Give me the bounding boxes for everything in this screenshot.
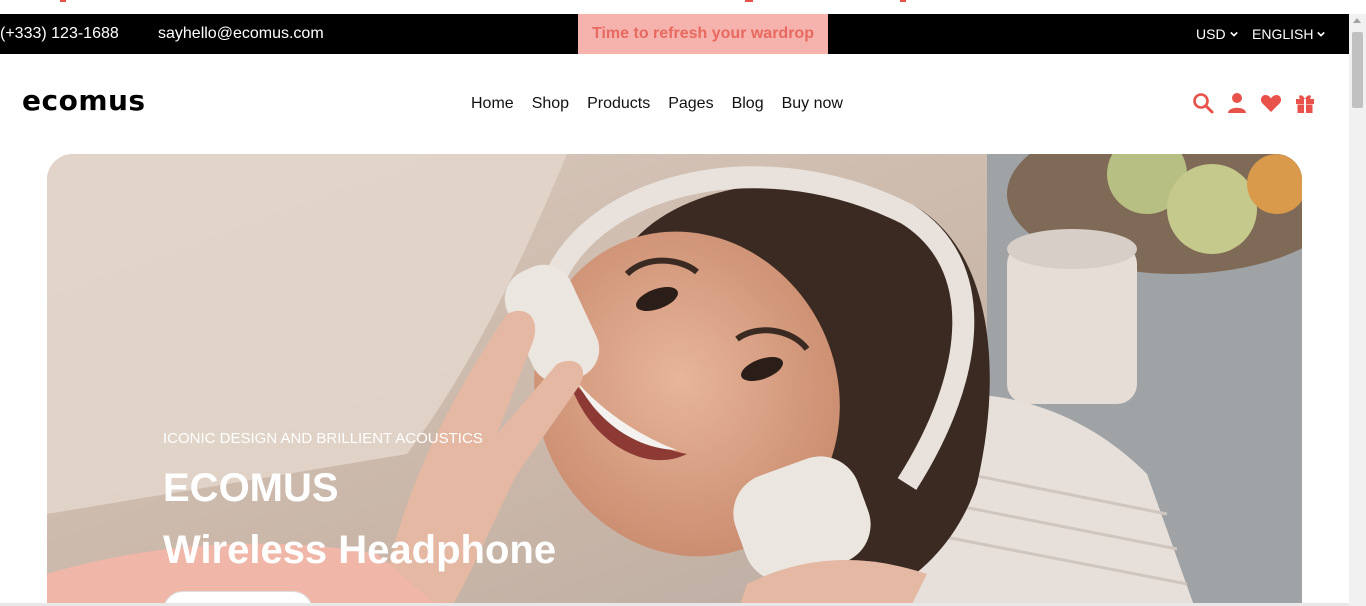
top-accent-strip (0, 0, 1349, 14)
search-icon[interactable] (1192, 92, 1214, 114)
gift-icon[interactable] (1294, 92, 1316, 114)
scroll-up-arrow-icon[interactable] (1353, 18, 1361, 23)
heart-icon[interactable] (1260, 92, 1282, 114)
promo-text: Time to refresh your wardrop (592, 25, 814, 42)
main-nav: Home Shop Products Pages Blog Buy now (462, 94, 852, 114)
site-header: ecomus Home Shop Products Pages Blog Buy… (0, 54, 1349, 154)
svg-text:ecomus: ecomus (22, 88, 146, 114)
nav-shop[interactable]: Shop (523, 94, 578, 114)
phone-number[interactable]: (+333) 123-1688 (0, 25, 119, 43)
user-icon[interactable] (1226, 92, 1248, 114)
hero-title: Wireless Headphone (163, 528, 557, 572)
hero-subtitle: ICONIC DESIGN AND BRILLIENT ACOUSTICS (163, 430, 483, 447)
currency-value: USD (1196, 26, 1226, 42)
vertical-scrollbar[interactable] (1349, 14, 1366, 606)
nav-pages[interactable]: Pages (659, 94, 722, 114)
nav-products[interactable]: Products (578, 94, 659, 114)
nav-buy-now[interactable]: Buy now (773, 94, 852, 114)
language-selector[interactable]: ENGLISH (1252, 26, 1326, 42)
ecomus-logo[interactable]: ecomus (22, 88, 162, 114)
scrollbar-thumb[interactable] (1352, 32, 1363, 108)
email-address[interactable]: sayhello@ecomus.com (158, 25, 324, 43)
language-value: ENGLISH (1252, 26, 1314, 42)
top-bar: (+333) 123-1688 sayhello@ecomus.com Time… (0, 14, 1349, 54)
hero-brand: ECOMUS (163, 466, 339, 510)
chevron-down-icon (1229, 31, 1238, 37)
header-icons (1192, 92, 1316, 114)
nav-home[interactable]: Home (462, 94, 523, 114)
page: (+333) 123-1688 sayhello@ecomus.com Time… (0, 0, 1366, 606)
currency-selector[interactable]: USD (1196, 26, 1238, 42)
chevron-down-icon (1317, 31, 1326, 37)
nav-blog[interactable]: Blog (723, 94, 773, 114)
hero-banner: ICONIC DESIGN AND BRILLIENT ACOUSTICS EC… (47, 154, 1302, 606)
promo-banner[interactable]: Time to refresh your wardrop (578, 14, 828, 54)
